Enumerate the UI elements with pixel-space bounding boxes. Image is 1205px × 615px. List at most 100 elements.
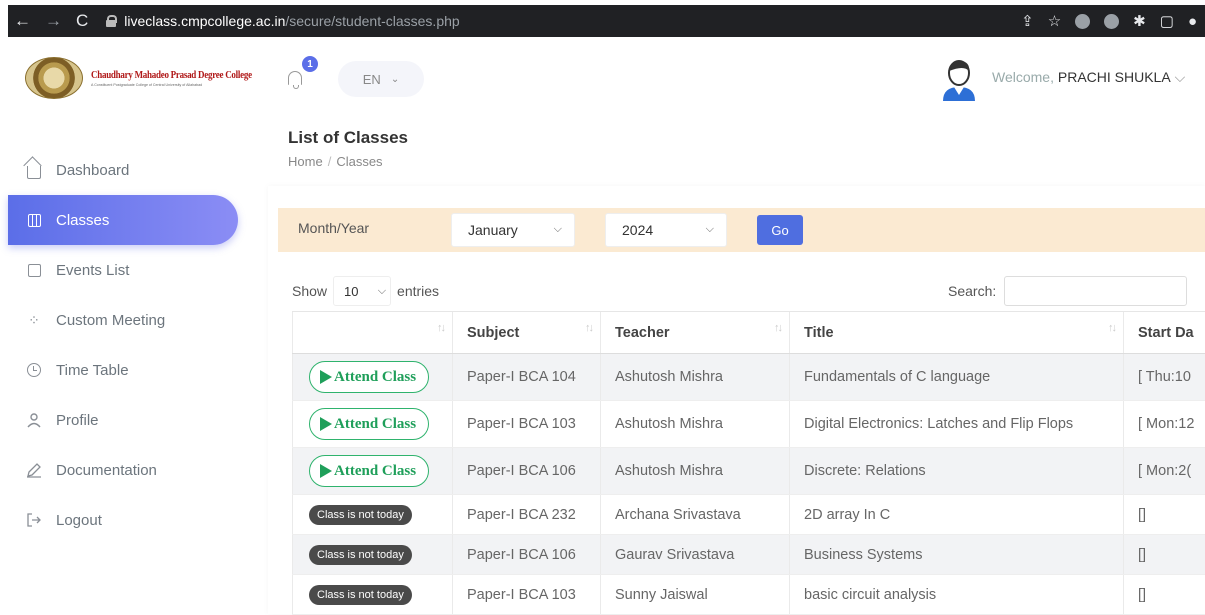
sidebar-item-label: Custom Meeting xyxy=(56,312,165,329)
year-select[interactable]: 2024 ⌵ xyxy=(605,213,727,247)
cell-teacher: Ashutosh Mishra xyxy=(601,448,790,495)
column-header-title[interactable]: Title↑↓ xyxy=(790,312,1124,354)
browser-actions: ⇪ ☆ ✱ ▢ ● xyxy=(1021,12,1205,30)
lock-icon xyxy=(106,15,116,27)
search-input[interactable] xyxy=(1004,276,1187,306)
cell-start-date: [] xyxy=(1124,535,1205,575)
share-icon[interactable]: ⇪ xyxy=(1021,12,1034,30)
sidebar-item-documentation[interactable]: Documentation xyxy=(8,445,260,495)
language-selector[interactable]: EN ⌄ xyxy=(338,61,424,97)
document-icon xyxy=(26,262,42,278)
welcome-message[interactable]: Welcome, PRACHI SHUKLA ⌵ xyxy=(992,69,1185,86)
cell-teacher: Ashutosh Mishra xyxy=(601,354,790,401)
cell-subject: Paper-I BCA 103 xyxy=(453,575,601,615)
reload-icon[interactable]: C xyxy=(76,11,88,31)
sidebar-item-label: Dashboard xyxy=(56,162,129,179)
cell-subject: Paper-I BCA 104 xyxy=(453,354,601,401)
column-header-teacher[interactable]: Teacher↑↓ xyxy=(601,312,790,354)
welcome-text: Welcome, xyxy=(992,69,1054,85)
puzzle-icon[interactable]: ✱ xyxy=(1133,12,1146,30)
url-path: /secure/student-classes.php xyxy=(285,13,459,29)
chevron-down-icon: ⌄ xyxy=(391,74,399,85)
chevron-down-icon: ⌵ xyxy=(1175,69,1186,85)
sidebar-item-custom-meeting[interactable]: ⁘ Custom Meeting xyxy=(8,295,260,345)
top-header: 1 EN ⌄ Welcome, PRACHI SHUKLA ⌵ xyxy=(268,37,1205,117)
sidebar-item-events-list[interactable]: Events List xyxy=(8,245,260,295)
attend-class-button[interactable]: Attend Class xyxy=(309,408,429,440)
user-icon xyxy=(26,412,42,428)
attend-class-button[interactable]: Attend Class xyxy=(309,455,429,487)
chevron-down-icon: ⌵ xyxy=(378,285,386,298)
show-label: Show xyxy=(292,283,327,299)
sidebar-item-profile[interactable]: Profile xyxy=(8,395,260,445)
status-badge: Class is not today xyxy=(309,505,412,525)
address-bar[interactable]: liveclass.cmpcollege.ac.in/secure/studen… xyxy=(106,13,459,29)
filter-label: Month/Year xyxy=(298,220,369,236)
cell-subject: Paper-I BCA 106 xyxy=(453,448,601,495)
cell-title: basic circuit analysis xyxy=(790,575,1124,615)
sidebar-item-classes[interactable]: Classes xyxy=(8,195,238,245)
year-value: 2024 xyxy=(622,222,653,238)
browser-nav: ← → C xyxy=(8,11,88,31)
entries-select[interactable]: 10 ⌵ xyxy=(333,276,391,306)
star-icon[interactable]: ☆ xyxy=(1048,12,1061,30)
column-header-start-date[interactable]: Start Da xyxy=(1124,312,1205,354)
column-header-action[interactable]: ↑↓ xyxy=(293,312,453,354)
language-value: EN xyxy=(363,72,381,87)
cell-title: 2D array In C xyxy=(790,495,1124,535)
month-select[interactable]: January ⌵ xyxy=(451,213,575,247)
profile-icon[interactable]: ● xyxy=(1188,13,1197,30)
back-arrow-icon[interactable]: ← xyxy=(14,11,31,31)
sidebar-item-label: Logout xyxy=(56,512,102,529)
search-label: Search: xyxy=(948,283,996,299)
attend-class-button[interactable]: Attend Class xyxy=(309,361,429,393)
cell-title: Digital Electronics: Latches and Flip Fl… xyxy=(790,401,1124,448)
avatar[interactable] xyxy=(940,57,978,101)
extension-icon[interactable] xyxy=(1075,14,1090,29)
cell-start-date: [] xyxy=(1124,575,1205,615)
logout-icon xyxy=(26,512,42,528)
notification-badge: 1 xyxy=(302,56,318,72)
extension-icon[interactable] xyxy=(1104,14,1119,29)
cell-teacher: Ashutosh Mishra xyxy=(601,401,790,448)
sidepanel-icon[interactable]: ▢ xyxy=(1160,12,1174,30)
sidebar-item-label: Classes xyxy=(56,212,109,229)
play-icon xyxy=(320,370,332,384)
page-title: List of Classes xyxy=(288,128,408,148)
month-year-filter: Month/Year January ⌵ 2024 ⌵ Go xyxy=(278,208,1205,252)
classes-table: ↑↓ Subject↑↓ Teacher↑↓ Title↑↓ Start Da … xyxy=(292,311,1205,615)
cell-start-date: [ Mon:12 xyxy=(1124,401,1205,448)
sidebar-menu: Dashboard Classes Events List ⁘ Custom M… xyxy=(8,145,260,545)
college-logo[interactable]: Chaudhary Mahadeo Prasad Degree College … xyxy=(25,57,270,99)
cell-subject: Paper-I BCA 103 xyxy=(453,401,601,448)
status-badge: Class is not today xyxy=(309,585,412,605)
cell-start-date: [] xyxy=(1124,495,1205,535)
clock-icon xyxy=(26,362,42,378)
table-row: Attend Class Paper-I BCA 103 Ashutosh Mi… xyxy=(293,401,1205,448)
sidebar-item-time-table[interactable]: Time Table xyxy=(8,345,260,395)
home-icon xyxy=(26,162,42,178)
sidebar-item-logout[interactable]: Logout xyxy=(8,495,260,545)
breadcrumb-home[interactable]: Home xyxy=(288,154,323,169)
sort-icon: ↑↓ xyxy=(774,322,781,334)
table-header-row: ↑↓ Subject↑↓ Teacher↑↓ Title↑↓ Start Da xyxy=(293,312,1205,354)
play-icon xyxy=(320,464,332,478)
sidebar: Chaudhary Mahadeo Prasad Degree College … xyxy=(8,37,260,614)
college-name: Chaudhary Mahadeo Prasad Degree College xyxy=(91,70,252,81)
chevron-down-icon: ⌵ xyxy=(706,223,714,236)
chevron-down-icon: ⌵ xyxy=(554,223,562,236)
forward-arrow-icon[interactable]: → xyxy=(45,11,62,31)
sort-icon: ↑↓ xyxy=(437,322,444,334)
sidebar-item-dashboard[interactable]: Dashboard xyxy=(8,145,260,195)
go-button[interactable]: Go xyxy=(757,215,803,245)
table-row: Attend Class Paper-I BCA 106 Ashutosh Mi… xyxy=(293,448,1205,495)
table-row: Class is not today Paper-I BCA 232 Archa… xyxy=(293,495,1205,535)
bell-icon[interactable] xyxy=(288,71,302,85)
pencil-icon xyxy=(26,462,42,478)
cell-teacher: Sunny Jaiswal xyxy=(601,575,790,615)
college-seal-icon xyxy=(25,57,83,99)
column-header-subject[interactable]: Subject↑↓ xyxy=(453,312,601,354)
status-badge: Class is not today xyxy=(309,545,412,565)
sidebar-item-label: Documentation xyxy=(56,462,157,479)
sidebar-item-label: Profile xyxy=(56,412,99,429)
